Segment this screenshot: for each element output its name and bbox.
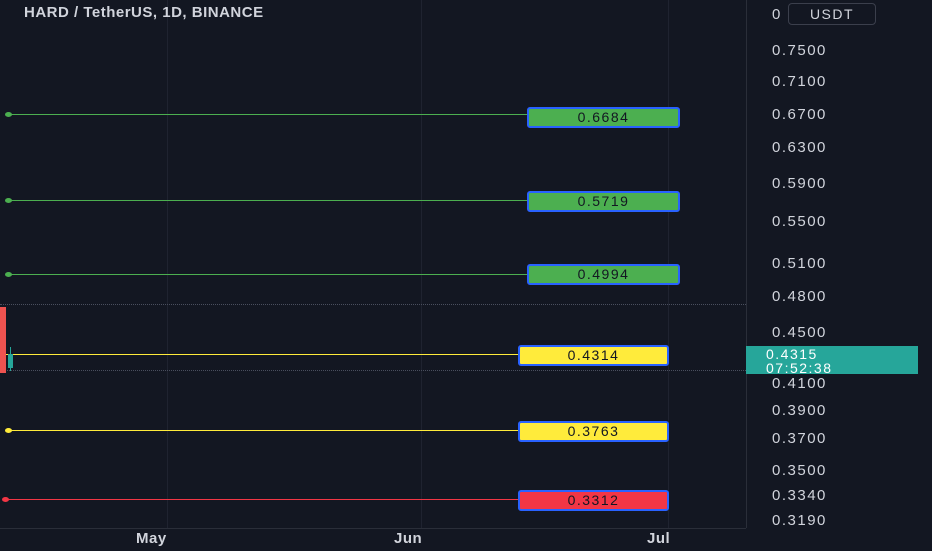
- price-tick: 0.7100: [772, 73, 827, 90]
- candle-bearish: [0, 307, 6, 373]
- high-marker-line: [0, 304, 746, 305]
- level-tag[interactable]: 0.3763: [518, 421, 669, 442]
- currency-button[interactable]: USDT: [788, 3, 876, 25]
- level-line-0.6684[interactable]: [10, 114, 527, 115]
- level-tag[interactable]: 0.6684: [527, 107, 680, 128]
- grid-line-may: [167, 0, 168, 528]
- price-tick-top: 0: [772, 6, 781, 23]
- level-tag[interactable]: 0.3312: [518, 490, 669, 511]
- low-marker-line: [0, 370, 746, 371]
- level-tag[interactable]: 0.4314: [518, 345, 669, 366]
- chart-pane[interactable]: HARD / TetherUS, 1D, BINANCE 0.6684 0.57…: [0, 0, 746, 528]
- level-line-0.3312[interactable]: [6, 499, 518, 500]
- level-line-0.3763[interactable]: [10, 430, 518, 431]
- price-tick: 0.5500: [772, 213, 827, 230]
- candle-bullish: [8, 354, 13, 368]
- time-tick-jun: Jun: [394, 530, 423, 547]
- level-line-0.4314[interactable]: [0, 354, 518, 355]
- price-tick: 0.5100: [772, 255, 827, 272]
- level-line-0.5719[interactable]: [10, 200, 527, 201]
- last-price-label: 0.4315 07:52:38: [746, 346, 918, 376]
- price-tick: 0.3190: [772, 512, 827, 529]
- price-tick: 0.4500: [772, 324, 827, 341]
- time-tick-jul: Jul: [647, 530, 671, 547]
- price-tick: 0.5900: [772, 175, 827, 192]
- price-tick: 0.3700: [772, 430, 827, 447]
- bar-countdown: 07:52:38: [766, 360, 833, 376]
- price-tick: 0.3900: [772, 402, 827, 419]
- price-tick: 0.6700: [772, 106, 827, 123]
- price-tick: 0.3340: [772, 487, 827, 504]
- price-tick: 0.3500: [772, 462, 827, 479]
- level-tag[interactable]: 0.4994: [527, 264, 680, 285]
- symbol-title[interactable]: HARD / TetherUS, 1D, BINANCE: [24, 4, 264, 21]
- level-tag[interactable]: 0.5719: [527, 191, 680, 212]
- level-line-0.4994[interactable]: [10, 274, 527, 275]
- time-scale[interactable]: [0, 528, 746, 551]
- price-tick: 0.4800: [772, 288, 827, 305]
- time-tick-may: May: [136, 530, 167, 547]
- grid-line-jun: [421, 0, 422, 528]
- price-tick: 0.7500: [772, 42, 827, 59]
- price-tick: 0.4100: [772, 375, 827, 392]
- last-price-value: 0.4315: [766, 346, 818, 362]
- price-tick: 0.6300: [772, 139, 827, 156]
